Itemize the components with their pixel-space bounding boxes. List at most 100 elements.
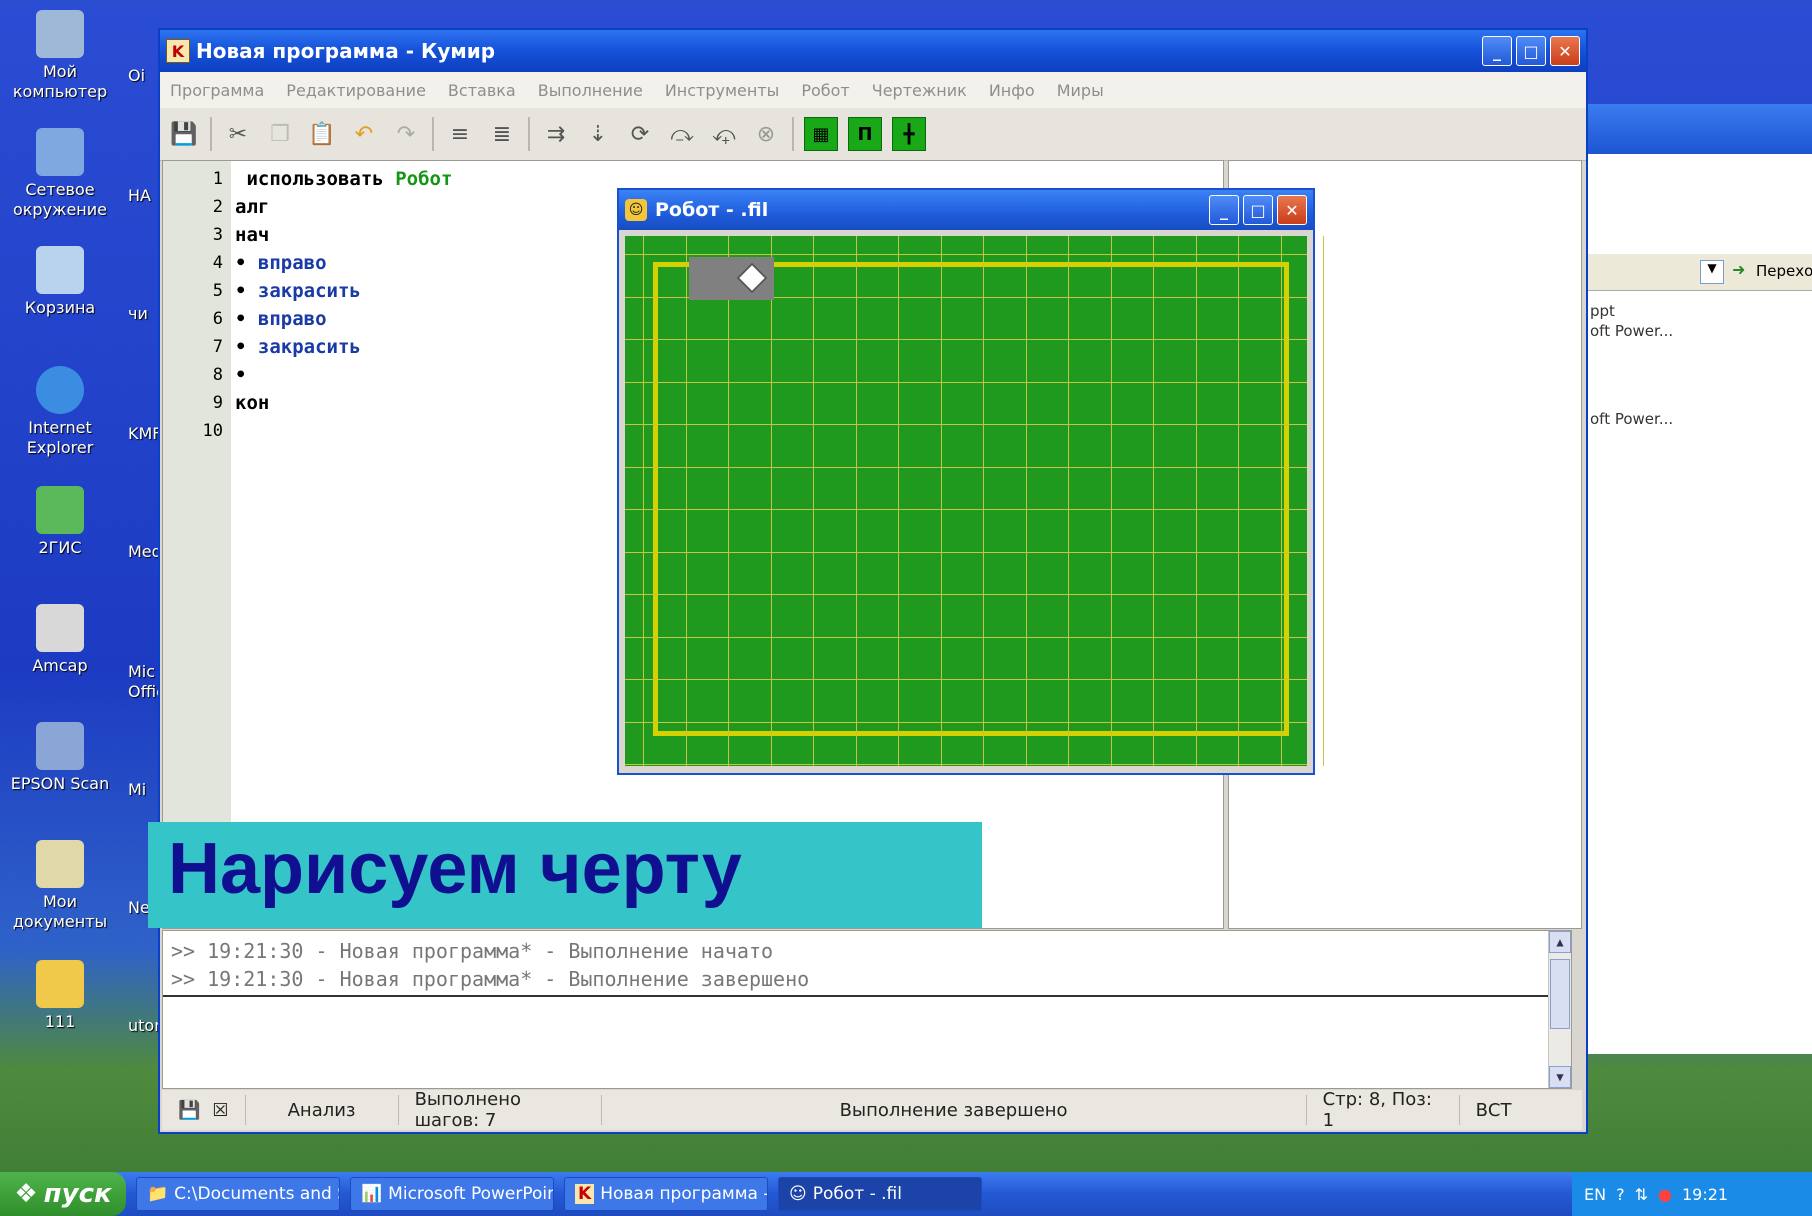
output-line: >> 19:21:30 - Новая программа* - Выполне… [171, 939, 774, 963]
grid-line-vertical [1280, 236, 1282, 766]
line-number: 10 [202, 421, 223, 441]
desktop-icon-network[interactable]: Сетевое окружение [0, 128, 120, 220]
code-text: • закрасить [235, 280, 361, 302]
command-text: вправо [257, 252, 327, 274]
indent-icon[interactable]: ≡ [444, 118, 476, 150]
maximize-button[interactable]: □ [1516, 36, 1546, 66]
start-button[interactable]: ❖ пуск [0, 1172, 126, 1216]
menu-robot[interactable]: Робот [801, 81, 849, 100]
close-console-icon[interactable]: ☒ [212, 1100, 228, 1121]
ie-icon [36, 366, 84, 414]
scroll-down-icon[interactable]: ▼ [1549, 1066, 1571, 1088]
desktop-icon-my-documents[interactable]: Мои документы [0, 840, 120, 932]
paste-icon[interactable]: 📋 [306, 118, 338, 150]
desktop-icon-partial[interactable]: чи [128, 304, 162, 323]
menu-insert[interactable]: Вставка [448, 81, 516, 100]
desktop-icon-label: Internet Explorer [26, 418, 94, 457]
desktop-icon-my-computer[interactable]: Мой компьютер [0, 10, 120, 102]
desktop-icon-label: 111 [44, 1012, 76, 1031]
robot-window-icon[interactable]: П [848, 117, 882, 151]
language-indicator[interactable]: EN [1584, 1185, 1606, 1204]
desktop-icon-partial[interactable]: НА [128, 186, 162, 205]
desktop-icon-partial[interactable]: Mic Office [128, 662, 162, 702]
menu-worlds[interactable]: Миры [1057, 81, 1104, 100]
banner-text: Нарисуем черту [168, 829, 742, 909]
window-titlebar[interactable]: K Новая программа - Кумир _ □ ✕ [160, 30, 1586, 72]
menu-edit[interactable]: Редактирование [286, 81, 426, 100]
maximize-button[interactable]: □ [1243, 195, 1273, 225]
desktop-icon-partial[interactable]: Оi [128, 66, 162, 85]
run-icon[interactable]: ⇉ [540, 118, 572, 150]
undo-icon[interactable]: ↶ [348, 118, 380, 150]
grid-line-horizontal [625, 424, 1307, 425]
alert-icon[interactable]: ● [1658, 1185, 1672, 1204]
close-button[interactable]: ✕ [1277, 195, 1307, 225]
go-arrow-icon[interactable]: ➜ [1732, 260, 1745, 279]
robot-grid-icon[interactable]: ▦ [804, 117, 838, 151]
recycle-bin-icon [36, 246, 84, 294]
drawer-icon[interactable]: ╋ [892, 117, 926, 151]
save-icon[interactable]: 💾 [178, 1100, 200, 1121]
file-item-text: ppt [1590, 302, 1615, 320]
background-window[interactable]: ▼ ➜ Перехо ppt oft Power... oft Power... [1588, 104, 1812, 1054]
desktop-icon-partial[interactable]: Mi [128, 780, 162, 799]
minimize-button[interactable]: _ [1209, 195, 1239, 225]
taskbar-item-powerpoint[interactable]: 📊 Microsoft PowerPoint ... [350, 1177, 554, 1211]
chevron-down-icon[interactable]: ▼ [1700, 260, 1724, 284]
step-icon[interactable]: ⇣ [582, 118, 614, 150]
minimize-button[interactable]: _ [1482, 36, 1512, 66]
scroll-up-icon[interactable]: ▲ [1549, 931, 1571, 953]
taskbar-item-explorer[interactable]: 📁 C:\Documents and Se... [136, 1177, 340, 1211]
cut-icon[interactable]: ✂ [222, 118, 254, 150]
network-tray-icon[interactable]: ⇅ [1635, 1185, 1648, 1204]
grid-line-horizontal [625, 679, 1307, 680]
stop-icon[interactable]: ⊗ [750, 118, 782, 150]
grid-line-horizontal [625, 466, 1307, 468]
robot-window[interactable]: ☺ Робот - .fil _ □ ✕ [617, 188, 1324, 775]
menu-program[interactable]: Программа [170, 81, 264, 100]
output-console[interactable]: >> 19:21:30 - Новая программа* - Выполне… [162, 930, 1572, 1089]
grid-line-vertical [1068, 236, 1069, 766]
grid-line-horizontal [625, 594, 1307, 595]
desktop-icon-epson[interactable]: EPSON Scan [0, 722, 120, 794]
taskbar-item-label: C:\Documents and Se... [174, 1184, 339, 1204]
scroll-thumb[interactable] [1550, 959, 1570, 1029]
line-number: 3 [212, 225, 223, 245]
help-icon[interactable]: ? [1616, 1185, 1625, 1204]
desktop-icon-folder[interactable]: 111 [0, 960, 120, 1032]
powerpoint-icon: 📊 [361, 1184, 383, 1204]
step-over-icon[interactable]: ⤼ [666, 118, 698, 150]
copy-icon[interactable]: ❐ [264, 118, 296, 150]
taskbar-item-label: Робот - .fil [812, 1184, 902, 1204]
step-into-icon[interactable]: ⟳ [624, 118, 656, 150]
background-window-titlebar[interactable] [1588, 104, 1812, 154]
close-button[interactable]: ✕ [1550, 36, 1580, 66]
2gis-icon [36, 486, 84, 534]
robot-field[interactable] [625, 236, 1324, 766]
desktop-icon-partial[interactable]: utorr [128, 1016, 162, 1035]
menu-info[interactable]: Инфо [989, 81, 1035, 100]
code-text: • закрасить [235, 336, 361, 358]
save-icon[interactable]: 💾 [168, 118, 200, 150]
desktop-icon-2gis[interactable]: 2ГИС [0, 486, 120, 558]
desktop-icon-partial[interactable]: KMF [128, 424, 162, 443]
step-out-icon[interactable]: ⤽ [708, 118, 740, 150]
status-mode: Анализ [246, 1095, 399, 1125]
computer-icon [36, 10, 84, 58]
desktop-icon-recycle-bin[interactable]: Корзина [0, 246, 120, 318]
desktop-icon-ie[interactable]: Internet Explorer [0, 366, 120, 458]
menu-run[interactable]: Выполнение [538, 81, 643, 100]
taskbar-item-kumir[interactable]: K Новая программа - К... [564, 1177, 768, 1211]
taskbar-item-robot[interactable]: ☺ Робот - .fil [778, 1177, 982, 1211]
redo-icon[interactable]: ↷ [390, 118, 422, 150]
keyword-use: использовать [246, 168, 384, 190]
unindent-icon[interactable]: ≣ [486, 118, 518, 150]
menu-tools[interactable]: Инструменты [665, 81, 780, 100]
toolbar: 💾 ✂ ❐ 📋 ↶ ↷ ≡ ≣ ⇉ ⇣ ⟳ ⤼ ⤽ ⊗ ▦ П ╋ [160, 108, 1586, 161]
menu-drawer[interactable]: Чертежник [872, 81, 967, 100]
output-scrollbar[interactable]: ▲ ▼ [1548, 931, 1571, 1088]
desktop-icon-amcap[interactable]: Amcap [0, 604, 120, 676]
go-button[interactable]: Перехо [1756, 262, 1812, 280]
robot-window-titlebar[interactable]: ☺ Робот - .fil _ □ ✕ [619, 190, 1313, 230]
desktop-icon-partial[interactable]: Med [128, 542, 162, 561]
